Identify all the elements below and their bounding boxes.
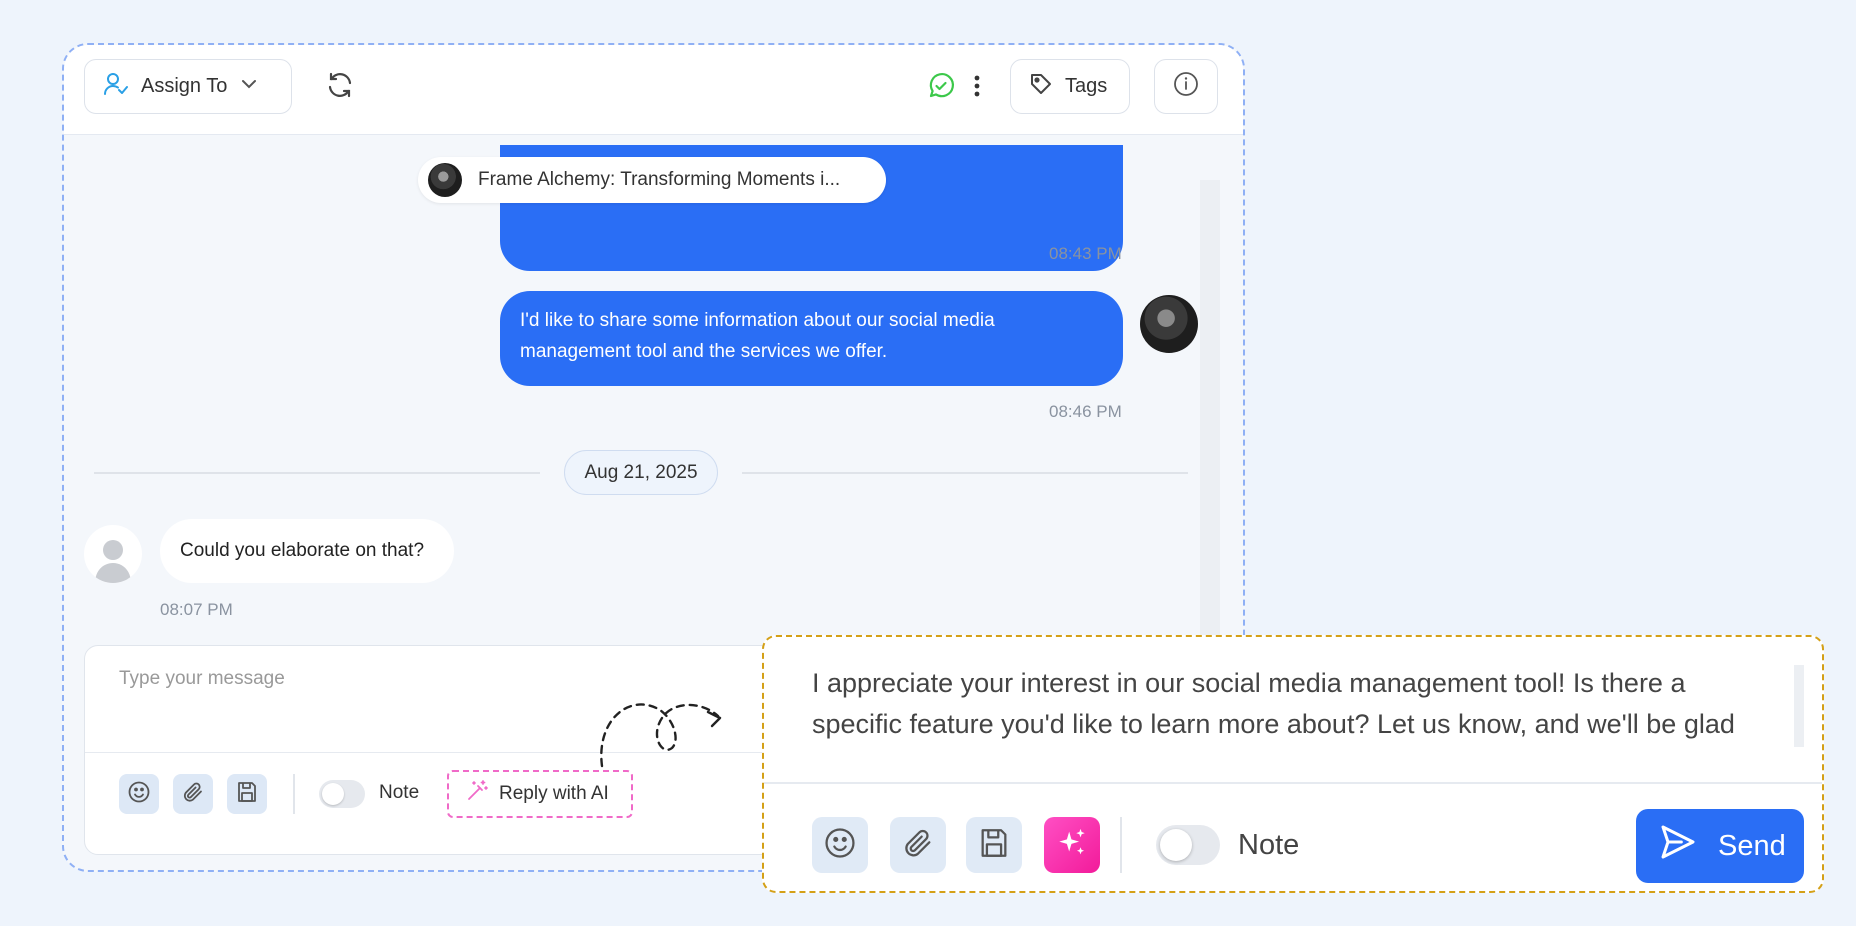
date-divider-line: [94, 472, 540, 474]
zoomed-attach-button[interactable]: [890, 817, 946, 873]
message-time: 08:46 PM: [1049, 402, 1122, 421]
zoomed-save-button[interactable]: [966, 817, 1022, 873]
floppy-disk-icon: [977, 826, 1011, 865]
assign-to-button[interactable]: Assign To: [84, 59, 292, 114]
sparkle-icon: [1055, 826, 1089, 865]
more-options-icon[interactable]: [968, 71, 986, 101]
post-avatar: [428, 163, 462, 197]
ai-sparkle-button[interactable]: [1044, 817, 1100, 873]
emoji-button[interactable]: [119, 774, 159, 814]
pinned-post-title: Frame Alchemy: Transforming Moments i...: [478, 169, 841, 190]
zoomed-message-input[interactable]: I appreciate your interest in our social…: [812, 663, 1772, 747]
zoomed-input-scrollbar[interactable]: [1794, 665, 1804, 747]
date-divider-badge: Aug 21, 2025: [564, 450, 718, 495]
agent-avatar: [1140, 295, 1198, 353]
tag-icon: [1029, 72, 1053, 102]
smiley-icon: [823, 826, 857, 865]
assign-to-label: Assign To: [141, 75, 228, 97]
smiley-icon: [127, 780, 151, 809]
send-icon: [1658, 822, 1698, 870]
reply-with-ai-label: Reply with AI: [499, 783, 609, 804]
chevron-down-icon: [239, 74, 259, 100]
refresh-icon[interactable]: [324, 69, 356, 101]
floppy-disk-icon: [235, 780, 259, 809]
message-input[interactable]: Type your message: [119, 668, 285, 690]
tags-label: Tags: [1065, 75, 1108, 97]
zoomed-note-toggle[interactable]: [1156, 825, 1220, 865]
whatsapp-icon: [926, 71, 956, 101]
info-button[interactable]: [1154, 59, 1218, 114]
zoomed-composer-panel: I appreciate your interest in our social…: [762, 635, 1824, 893]
outgoing-message-bubble: I'd like to share some information about…: [500, 291, 1123, 386]
send-label: Send: [1718, 829, 1786, 862]
tags-button[interactable]: Tags: [1010, 59, 1130, 114]
paperclip-icon: [901, 826, 935, 865]
zoomed-toolbar-separator: [1120, 817, 1122, 873]
incoming-message-bubble: Could you elaborate on that?: [160, 519, 454, 583]
send-button[interactable]: Send: [1636, 809, 1804, 883]
note-label: Note: [379, 782, 420, 803]
messages-scrollbar[interactable]: [1200, 180, 1220, 690]
magic-wand-icon: [465, 779, 489, 809]
customer-avatar: [84, 525, 142, 583]
zoomed-note-label: Note: [1238, 829, 1300, 861]
toggle-knob: [1160, 829, 1192, 861]
message-time: 08:07 PM: [160, 600, 233, 619]
date-divider-line: [742, 472, 1188, 474]
paperclip-icon: [181, 780, 205, 809]
user-check-icon: [103, 71, 129, 103]
zoomed-composer-divider: [764, 782, 1822, 784]
chat-toolbar: Assign To Tags: [64, 45, 1243, 135]
save-button[interactable]: [227, 774, 267, 814]
attach-button[interactable]: [173, 774, 213, 814]
message-time: 08:43 PM: [1049, 244, 1122, 263]
pinned-post-pill[interactable]: Frame Alchemy: Transforming Moments i...: [418, 157, 886, 203]
toggle-knob: [322, 783, 344, 805]
note-toggle[interactable]: [319, 780, 365, 808]
info-icon: [1173, 71, 1199, 103]
zoomed-emoji-button[interactable]: [812, 817, 868, 873]
toolbar-separator: [293, 774, 295, 814]
curved-arrow-icon: [600, 703, 722, 768]
